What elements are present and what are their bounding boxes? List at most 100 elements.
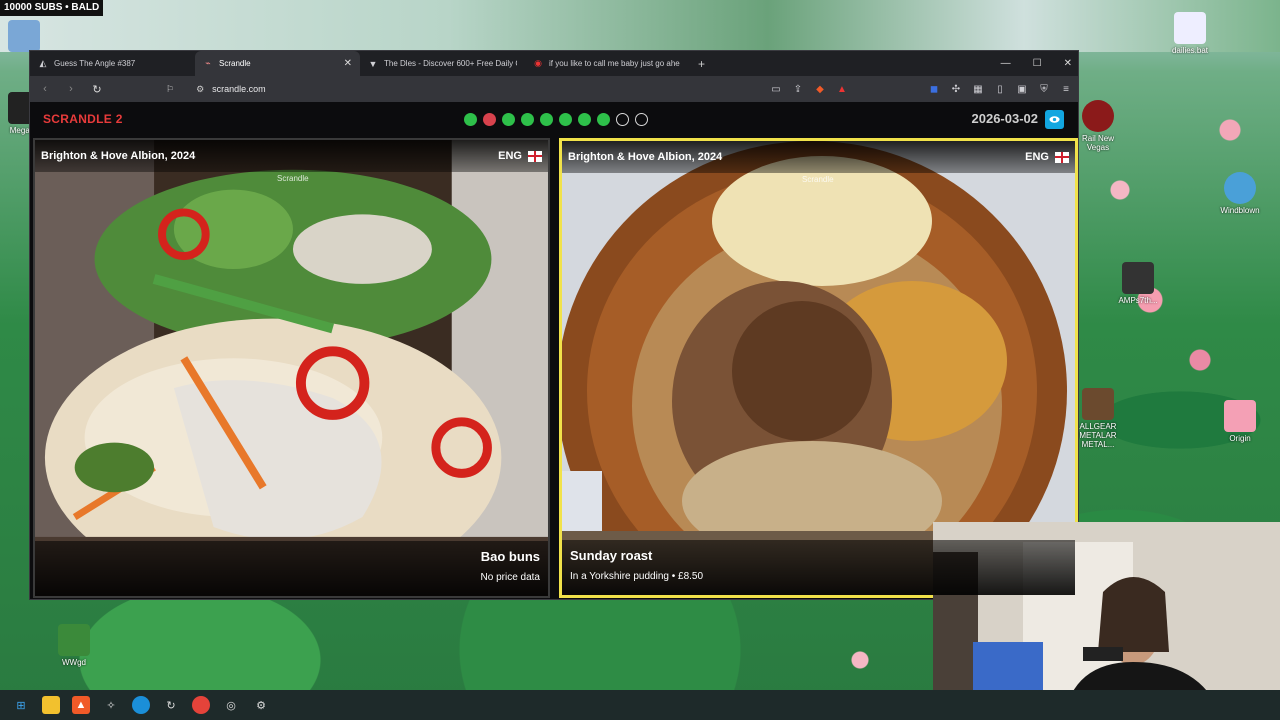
progress-dot-red	[483, 113, 496, 126]
progress-dot-empty	[635, 113, 648, 126]
url-text: scrandle.com	[212, 84, 266, 94]
extension-blue-icon[interactable]: ◼	[928, 83, 940, 95]
windows-start-icon[interactable]: ⊞	[12, 696, 30, 714]
watermark: Scrandle	[277, 174, 309, 183]
app-title[interactable]: SCRANDLE 2	[43, 112, 123, 126]
toolbar-actions: ▭ ⇪ ◆ ▲ ◼ ✣ ▦ ▯ ▣ ⛨ ≡	[770, 76, 1072, 102]
edge-icon[interactable]	[132, 696, 150, 714]
team-year: Brighton & Hove Albion, 2024	[41, 150, 196, 162]
steam-icon[interactable]: ◎	[222, 696, 240, 714]
bookmark-icon[interactable]: ⚐	[166, 84, 174, 95]
desktop-icon-label: Origin	[1229, 434, 1251, 443]
desktop-icon-app[interactable]	[4, 20, 44, 54]
tab-label: if you like to call me baby just go ahe	[549, 59, 680, 68]
close-window-icon[interactable]: ✕	[1064, 58, 1072, 69]
desktop-icon-allgear[interactable]: ALLGEAR METALAR METAL...	[1078, 388, 1118, 449]
desktop-icon-wwgd[interactable]: WWgd	[54, 624, 94, 667]
england-flag-icon	[528, 150, 542, 162]
sidebar-icon[interactable]: ▯	[994, 83, 1006, 95]
reload-app-icon[interactable]: ↻	[162, 696, 180, 714]
desktop-icon-label: Windblown	[1220, 206, 1260, 215]
tab-bar: ◭ Guess The Angle #387 ⌁ Scrandle ✕ ▼ Th…	[30, 51, 1078, 76]
close-icon[interactable]: ✕	[344, 58, 352, 69]
settings-icon[interactable]: ⚙	[252, 696, 270, 714]
desktop-icon-dailies[interactable]: dailies.bat	[1170, 12, 1210, 55]
progress-dot-green	[464, 113, 477, 126]
app-icon[interactable]: ✧	[102, 696, 120, 714]
desktop-icon-label: WWgd	[62, 658, 86, 667]
card-footer: Bao buns No price data	[35, 541, 548, 596]
language-code: ENG	[498, 150, 522, 162]
wallpaper-sky	[0, 0, 1280, 52]
language-tag: ENG	[498, 150, 542, 162]
windblown-icon	[1224, 172, 1256, 204]
browser-window: ◭ Guess The Angle #387 ⌁ Scrandle ✕ ▼ Th…	[29, 50, 1079, 600]
dish-price: In a Yorkshire pudding • £8.50	[570, 571, 704, 582]
desktop-icon-falloutnv[interactable]: Rail New Vegas	[1078, 100, 1118, 152]
desktop-icon-origin[interactable]: Origin	[1220, 400, 1260, 443]
file-explorer-icon[interactable]	[42, 696, 60, 714]
tab-label: The Dles - Discover 600+ Free Daily G	[384, 59, 517, 68]
progress-dot-green	[559, 113, 572, 126]
puzzle-icon[interactable]: ✣	[950, 83, 962, 95]
app-icon	[8, 20, 40, 52]
menu-icon[interactable]: ≡	[1060, 83, 1072, 95]
language-tag: ENG	[1025, 151, 1069, 163]
compass-icon: ◭	[39, 58, 47, 68]
forward-icon[interactable]: ›	[64, 83, 78, 95]
scrandle-page: SCRANDLE 2 2026-03-02 Brighton & Hove Al…	[30, 102, 1078, 599]
tab-the-dles[interactable]: ▼ The Dles - Discover 600+ Free Daily G	[360, 51, 525, 76]
scrandle-icon: ⌁	[205, 58, 211, 68]
wwgd-icon	[58, 624, 90, 656]
browser-toolbar: ‹ › ↻ ⚐ ⚙ scrandle.com ▭ ⇪ ◆ ▲ ◼ ✣ ▦ ▯ ▣…	[30, 76, 1078, 102]
watermark: Scrandle	[802, 175, 834, 184]
food-card-left[interactable]: Brighton & Hove Albion, 2024 ENG Scrandl…	[33, 138, 550, 598]
address-bar[interactable]: ⚐ ⚙ scrandle.com	[166, 84, 266, 95]
progress-dot-green	[521, 113, 534, 126]
minimize-icon[interactable]: —	[1001, 58, 1011, 69]
reload-icon[interactable]: ↻	[90, 83, 104, 96]
tab-label: Scrandle	[219, 59, 251, 68]
back-icon[interactable]: ‹	[38, 83, 52, 95]
share-icon[interactable]: ⇪	[792, 83, 804, 95]
taskbar: ⊞ ▲ ✧ ↻ ◎ ⚙	[0, 690, 1280, 720]
brave-shield-icon[interactable]: ◆	[814, 83, 826, 95]
tab-guess-the-angle[interactable]: ◭ Guess The Angle #387	[30, 51, 195, 76]
site-info-icon[interactable]: ⚙	[196, 84, 204, 95]
extensions-icon[interactable]: ▦	[972, 83, 984, 95]
progress-dot-green	[540, 113, 553, 126]
tab-label: Guess The Angle #387	[54, 59, 136, 68]
tab-scrandle[interactable]: ⌁ Scrandle ✕	[195, 51, 360, 76]
language-code: ENG	[1025, 151, 1049, 163]
progress-dot-green	[597, 113, 610, 126]
window-controls: — ☐ ✕	[1001, 51, 1072, 76]
subs-banner: 10000 SUBS • BALD	[0, 0, 104, 16]
desktop-icon-amps[interactable]: AMPs7th...	[1118, 262, 1158, 305]
progress-dots	[464, 113, 648, 126]
puzzle-date: 2026-03-02	[971, 111, 1039, 126]
desktop-icon-windblown[interactable]: Windblown	[1220, 172, 1260, 215]
allgear-icon	[1082, 388, 1114, 420]
england-flag-icon	[1055, 151, 1069, 163]
desktop-icon-label: Rail New Vegas	[1081, 134, 1114, 152]
brave-icon[interactable]: ▲	[72, 696, 90, 714]
tab-youtube[interactable]: ◉ if you like to call me baby just go ah…	[525, 51, 690, 76]
app-header: SCRANDLE 2 2026-03-02	[30, 102, 1078, 136]
brave-rewards-icon[interactable]: ▲	[836, 83, 848, 95]
new-tab-button[interactable]: +	[690, 57, 713, 71]
eye-button[interactable]	[1045, 110, 1064, 129]
vpn-icon[interactable]: ⛨	[1038, 83, 1050, 95]
card-header: Brighton & Hove Albion, 2024 ENG	[562, 141, 1075, 173]
origin-icon	[1224, 400, 1256, 432]
dish-name: Bao buns	[480, 549, 540, 564]
chrome-icon[interactable]	[192, 696, 210, 714]
progress-dot-green	[578, 113, 591, 126]
v-icon: ▼	[368, 58, 378, 69]
progress-dot-green	[502, 113, 515, 126]
cast-icon[interactable]: ▭	[770, 83, 782, 95]
card-header: Brighton & Hove Albion, 2024 ENG	[35, 140, 548, 172]
desktop-icon-label: AMPs7th...	[1118, 296, 1158, 305]
wallet-icon[interactable]: ▣	[1016, 83, 1028, 95]
progress-dot-empty	[616, 113, 629, 126]
maximize-icon[interactable]: ☐	[1033, 58, 1042, 69]
